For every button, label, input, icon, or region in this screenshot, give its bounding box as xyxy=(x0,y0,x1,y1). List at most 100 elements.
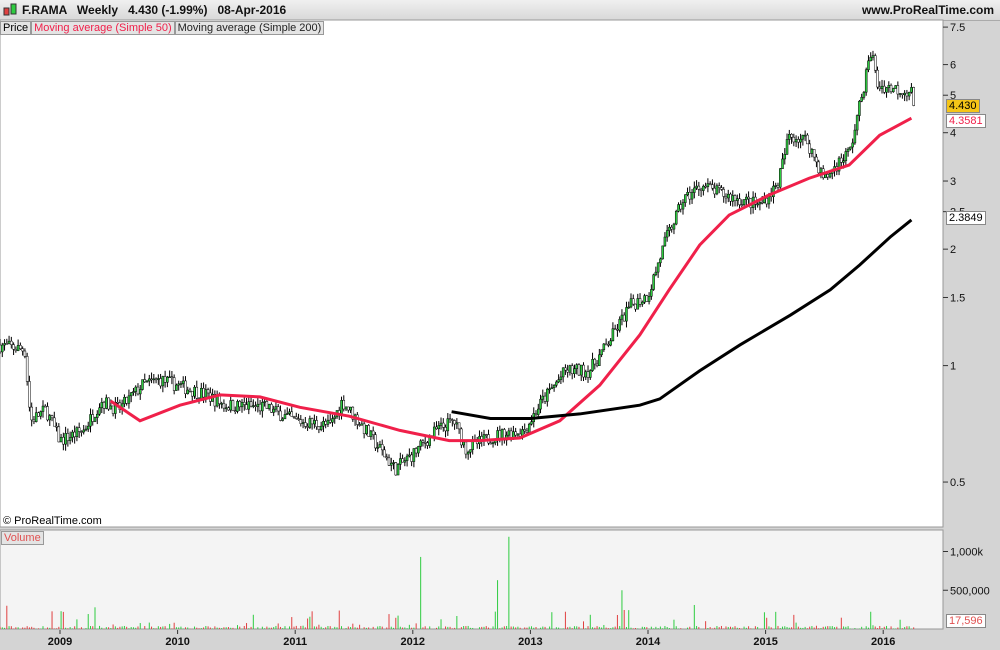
candle-body xyxy=(170,376,174,378)
candle-body xyxy=(408,454,411,457)
candle-body xyxy=(157,378,160,380)
candle-body xyxy=(283,414,287,420)
candle-body xyxy=(392,462,395,464)
candle-body xyxy=(695,185,698,189)
candle-body xyxy=(68,437,72,441)
candle-body xyxy=(552,384,556,389)
candle-body xyxy=(717,185,721,188)
candle-body xyxy=(116,401,119,404)
candle-body xyxy=(285,413,289,415)
candle-body xyxy=(145,380,149,383)
candle-body xyxy=(885,87,888,93)
candle-body xyxy=(745,196,748,200)
candle-body xyxy=(41,405,45,412)
time-tick-label: 2014 xyxy=(636,636,661,648)
candle-body xyxy=(276,406,280,412)
candle-body xyxy=(616,329,619,331)
candle-body xyxy=(252,405,255,407)
candle-body xyxy=(385,456,388,459)
candle-body xyxy=(622,314,626,322)
candle-body xyxy=(426,442,429,446)
volume-panel[interactable] xyxy=(0,529,944,630)
candle-body xyxy=(358,424,361,426)
candle-body xyxy=(236,401,239,412)
candle-body xyxy=(564,367,567,371)
candle-body xyxy=(0,344,2,353)
candle-body xyxy=(412,448,416,462)
candle-body xyxy=(609,340,612,346)
candle-body xyxy=(724,196,728,199)
candle-body xyxy=(566,369,569,373)
candle-body xyxy=(102,402,106,409)
candle-body xyxy=(498,430,502,440)
candle-body xyxy=(625,307,628,322)
candle-body xyxy=(215,395,219,407)
candle-body xyxy=(100,402,104,409)
time-tick-label: 2011 xyxy=(283,636,307,648)
candle-body xyxy=(618,318,621,331)
candle-body xyxy=(688,192,692,200)
candle-body xyxy=(570,365,574,374)
candle-body xyxy=(227,407,230,411)
candle-body xyxy=(699,188,703,191)
candle-body xyxy=(16,345,20,351)
candle-body xyxy=(195,386,199,399)
candle-body xyxy=(93,417,97,422)
candle-body xyxy=(586,371,590,378)
candle-body xyxy=(91,414,94,422)
candle-body xyxy=(297,418,300,420)
candle-body xyxy=(313,420,316,425)
legend-price[interactable]: Price xyxy=(0,21,32,35)
legend-ma200[interactable]: Moving average (Simple 200) xyxy=(174,21,325,35)
candle-body xyxy=(674,210,678,225)
candle-body xyxy=(365,425,368,434)
candle-body xyxy=(396,464,400,476)
price-chart[interactable]: 7.565432.521.510.52009201020112012201320… xyxy=(0,0,1000,650)
candle-body xyxy=(702,185,705,191)
candle-body xyxy=(451,419,454,421)
candle-body xyxy=(846,148,850,152)
candle-body xyxy=(806,134,809,145)
candle-body xyxy=(5,343,9,345)
candle-body xyxy=(457,422,461,430)
candle-body xyxy=(464,441,468,455)
candle-body xyxy=(557,379,560,383)
candle-body xyxy=(711,184,714,189)
candle-body xyxy=(686,192,689,195)
candle-body xyxy=(613,328,617,330)
candle-body xyxy=(7,340,11,344)
candle-body xyxy=(620,314,624,320)
candle-body xyxy=(347,406,350,411)
candle-body xyxy=(399,458,402,465)
candle-body xyxy=(349,406,352,411)
candle-body xyxy=(819,168,823,174)
candle-body xyxy=(245,404,248,410)
candle-body xyxy=(684,194,687,203)
candle-body xyxy=(437,425,441,430)
candle-body xyxy=(534,413,538,415)
candle-body xyxy=(659,258,662,264)
candle-body xyxy=(14,349,18,351)
legend-ma50[interactable]: Moving average (Simple 50) xyxy=(31,21,175,35)
candle-body xyxy=(878,86,882,89)
candle-body xyxy=(808,143,811,154)
time-tick-label: 2009 xyxy=(48,636,72,648)
candle-body xyxy=(240,402,244,408)
candle-body xyxy=(690,192,694,200)
candle-body xyxy=(797,139,800,143)
candle-body xyxy=(299,419,303,424)
volume-label[interactable]: Volume xyxy=(1,531,44,545)
candle-body xyxy=(693,187,696,193)
candle-body xyxy=(815,156,818,163)
candle-body xyxy=(523,429,526,432)
candle-body xyxy=(378,444,382,448)
candle-body xyxy=(267,404,271,409)
candle-body xyxy=(111,405,115,414)
candle-body xyxy=(28,381,31,408)
time-axis[interactable] xyxy=(0,630,943,650)
candle-body xyxy=(200,388,203,399)
candle-body xyxy=(647,296,651,302)
candle-body xyxy=(319,425,323,430)
candle-body xyxy=(222,403,226,409)
candle-body xyxy=(731,195,735,202)
